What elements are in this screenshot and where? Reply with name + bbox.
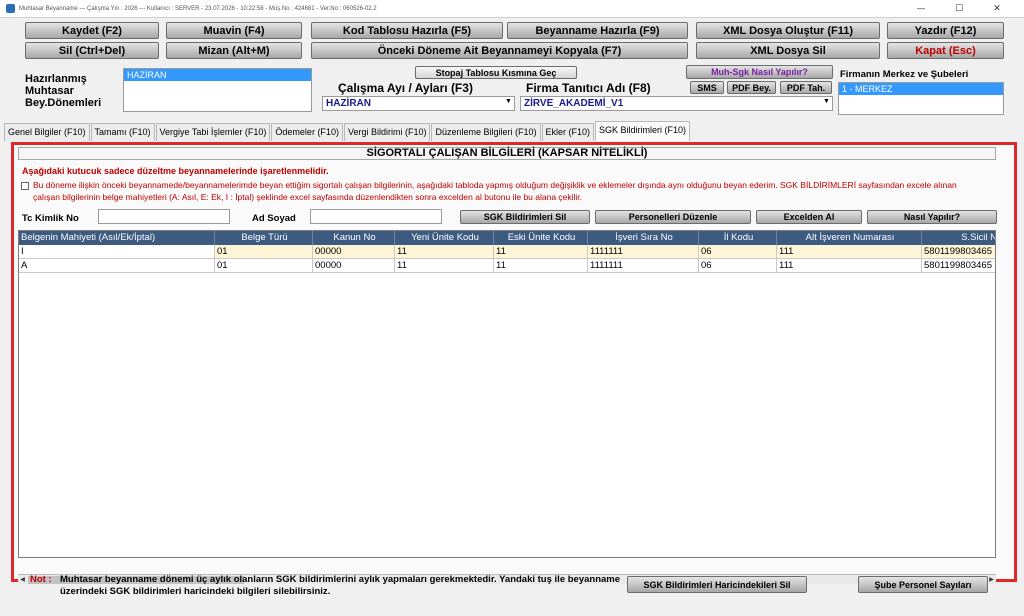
sil-button[interactable]: Sil (Ctrl+Del): [25, 42, 159, 59]
firma-label: Firma Tanıtıcı Adı (F8): [526, 81, 651, 95]
app-icon: [6, 4, 15, 13]
kapat-button[interactable]: Kapat (Esc): [887, 42, 1004, 59]
tab-odemeler[interactable]: Ödemeler (F10): [271, 123, 343, 141]
cell-mahiyet[interactable]: I: [19, 245, 215, 258]
merkez-label: Firmanın Merkez ve Şubeleri: [840, 69, 969, 80]
cell-isveri-sira[interactable]: 1111111: [588, 245, 699, 258]
tab-genel-bilgiler[interactable]: Genel Bilgiler (F10): [4, 123, 90, 141]
table-row[interactable]: A 01 00000 11 11 1111111 06 111 58011998…: [19, 259, 995, 273]
calisma-ayi-label: Çalışma Ayı / Ayları (F3): [338, 81, 473, 95]
col-il-kodu[interactable]: İl Kodu: [699, 231, 777, 245]
window-controls: — ☐ ✕: [902, 2, 1016, 16]
col-yeni-unite-kodu[interactable]: Yeni Ünite Kodu: [395, 231, 494, 245]
haricindekileri-sil-button[interactable]: SGK Bildirimleri Haricindekileri Sil: [627, 576, 807, 593]
col-sicil-no[interactable]: S.Sicil N: [922, 231, 995, 245]
xml-olustur-button[interactable]: XML Dosya Oluştur (F11): [696, 22, 880, 39]
muh-sgk-button[interactable]: Muh-Sgk Nasıl Yapılır?: [686, 65, 833, 79]
panel-title: SİGORTALI ÇALIŞAN BİLGİLERİ (KAPSAR NİTE…: [18, 147, 996, 160]
warning-text: Aşağıdaki kutucuk sadece düzeltme beyann…: [22, 166, 329, 176]
tab-strip: Genel Bilgiler (F10) Tamamı (F10) Vergiy…: [4, 121, 691, 141]
merkez-sube-list[interactable]: 1 - MERKEZ: [838, 82, 1004, 115]
cell-kanun-no[interactable]: 00000: [313, 259, 395, 272]
kod-tablosu-button[interactable]: Kod Tablosu Hazırla (F5): [311, 22, 503, 39]
cell-sicil-no[interactable]: 5801199803465: [922, 259, 995, 272]
table-row[interactable]: I 01 00000 11 11 1111111 06 111 58011998…: [19, 245, 995, 259]
nasil-yapilir-button[interactable]: Nasıl Yapılır?: [867, 210, 997, 224]
xml-sil-button[interactable]: XML Dosya Sil: [696, 42, 880, 59]
pdf-bey-button[interactable]: PDF Bey.: [727, 81, 776, 94]
maximize-button[interactable]: ☐: [940, 2, 978, 16]
col-isveri-sira-no[interactable]: İşveri Sıra No: [588, 231, 699, 245]
cell-alt-isveren[interactable]: 111: [777, 245, 922, 258]
duzeltme-checkbox[interactable]: [21, 182, 29, 190]
ad-soyad-input[interactable]: [310, 209, 442, 224]
merkez-selected-item[interactable]: 1 - MERKEZ: [839, 83, 1003, 95]
col-eski-unite-kodu[interactable]: Eski Ünite Kodu: [494, 231, 588, 245]
title-bar: Muhtasar Beyanname --- Çalışma Yılı : 20…: [0, 0, 1024, 18]
cell-kanun-no[interactable]: 00000: [313, 245, 395, 258]
cell-yeni-unite[interactable]: 11: [395, 259, 494, 272]
cell-sicil-no[interactable]: 5801199803465: [922, 245, 995, 258]
calisma-ayi-select[interactable]: HAZİRAN ▼: [322, 96, 515, 111]
firma-select[interactable]: ZİRVE_AKADEMİ_V1 ▼: [520, 96, 833, 111]
sgk-bildirimleri-sil-button[interactable]: SGK Bildirimleri Sil: [460, 210, 590, 224]
excelden-al-button[interactable]: Excelden Al: [756, 210, 862, 224]
cell-belge-turu[interactable]: 01: [215, 259, 313, 272]
mizan-button[interactable]: Mizan (Alt+M): [166, 42, 302, 59]
chevron-down-icon[interactable]: ▼: [504, 98, 513, 109]
onceki-donem-kopyala-button[interactable]: Önceki Döneme Ait Beyannameyi Kopyala (F…: [311, 42, 688, 59]
muavin-button[interactable]: Muavin (F4): [166, 22, 302, 39]
tab-duzenleme-bilgileri[interactable]: Düzenleme Bilgileri (F10): [431, 123, 541, 141]
cell-mahiyet[interactable]: A: [19, 259, 215, 272]
warning-description: Bu döneme ilişkin önceki beyannamede/bey…: [33, 180, 957, 202]
tab-ekler[interactable]: Ekler (F10): [541, 123, 595, 141]
window-title: Muhtasar Beyanname --- Çalışma Yılı : 20…: [19, 5, 377, 12]
calisma-ayi-value: HAZİRAN: [326, 98, 371, 109]
tc-kimlik-input[interactable]: [98, 209, 230, 224]
cell-eski-unite[interactable]: 11: [494, 245, 588, 258]
note-label: Not :: [30, 574, 52, 585]
tab-vergi-bildirimi[interactable]: Vergi Bildirimi (F10): [343, 123, 431, 141]
sube-personel-button[interactable]: Şube Personel Sayıları: [858, 576, 988, 593]
chevron-down-icon[interactable]: ▼: [822, 98, 831, 109]
tab-sgk-bildirimleri[interactable]: SGK Bildirimleri (F10): [595, 121, 691, 141]
sgk-panel: SİGORTALI ÇALIŞAN BİLGİLERİ (KAPSAR NİTE…: [11, 142, 1017, 585]
tab-vergiye-tabi[interactable]: Vergiye Tabi İşlemler (F10): [155, 123, 271, 141]
hazirlanmis-selected-item[interactable]: HAZİRAN: [124, 69, 311, 81]
note-text: Muhtasar beyanname dönemi üç aylık olanl…: [60, 574, 621, 597]
grid-header: Belgenin Mahiyeti (Asıl/Ek/İptal) Belge …: [19, 231, 995, 245]
col-kanun-no[interactable]: Kanun No: [313, 231, 395, 245]
cell-eski-unite[interactable]: 11: [494, 259, 588, 272]
sms-button[interactable]: SMS: [690, 81, 724, 94]
tc-kimlik-label: Tc Kimlik No: [22, 213, 79, 224]
firma-value: ZİRVE_AKADEMİ_V1: [524, 98, 624, 109]
pdf-tah-button[interactable]: PDF Tah.: [780, 81, 832, 94]
personelleri-duzenle-button[interactable]: Personelleri Düzenle: [595, 210, 751, 224]
scroll-left-icon[interactable]: ◀: [18, 575, 27, 585]
col-belge-turu[interactable]: Belge Türü: [215, 231, 313, 245]
beyanname-hazirla-button[interactable]: Beyanname Hazırla (F9): [507, 22, 688, 39]
tab-tamami[interactable]: Tamamı (F10): [90, 123, 155, 141]
cell-il-kodu[interactable]: 06: [699, 245, 777, 258]
cell-belge-turu[interactable]: 01: [215, 245, 313, 258]
main-window: Kaydet (F2) Muavin (F4) Kod Tablosu Hazı…: [0, 18, 1024, 616]
scroll-right-icon[interactable]: ▶: [987, 575, 996, 585]
minimize-button[interactable]: —: [902, 2, 940, 16]
kaydet-button[interactable]: Kaydet (F2): [25, 22, 159, 39]
col-belge-mahiyeti[interactable]: Belgenin Mahiyeti (Asıl/Ek/İptal): [19, 231, 215, 245]
col-alt-isveren-numarasi[interactable]: Alt İşveren Numarası: [777, 231, 922, 245]
cell-isveri-sira[interactable]: 1111111: [588, 259, 699, 272]
cell-yeni-unite[interactable]: 11: [395, 245, 494, 258]
close-button[interactable]: ✕: [978, 2, 1016, 16]
ad-soyad-label: Ad Soyad: [252, 213, 296, 224]
hazirlanmis-label: Hazırlanmış Muhtasar Bey.Dönemleri: [25, 73, 102, 109]
hazirlanmis-donemler-list[interactable]: HAZİRAN: [123, 68, 312, 112]
yazdir-button[interactable]: Yazdır (F12): [887, 22, 1004, 39]
cell-il-kodu[interactable]: 06: [699, 259, 777, 272]
stopaj-tablosu-button[interactable]: Stopaj Tablosu Kısmına Geç: [415, 66, 577, 79]
cell-alt-isveren[interactable]: 111: [777, 259, 922, 272]
sgk-grid[interactable]: Belgenin Mahiyeti (Asıl/Ek/İptal) Belge …: [18, 230, 996, 558]
